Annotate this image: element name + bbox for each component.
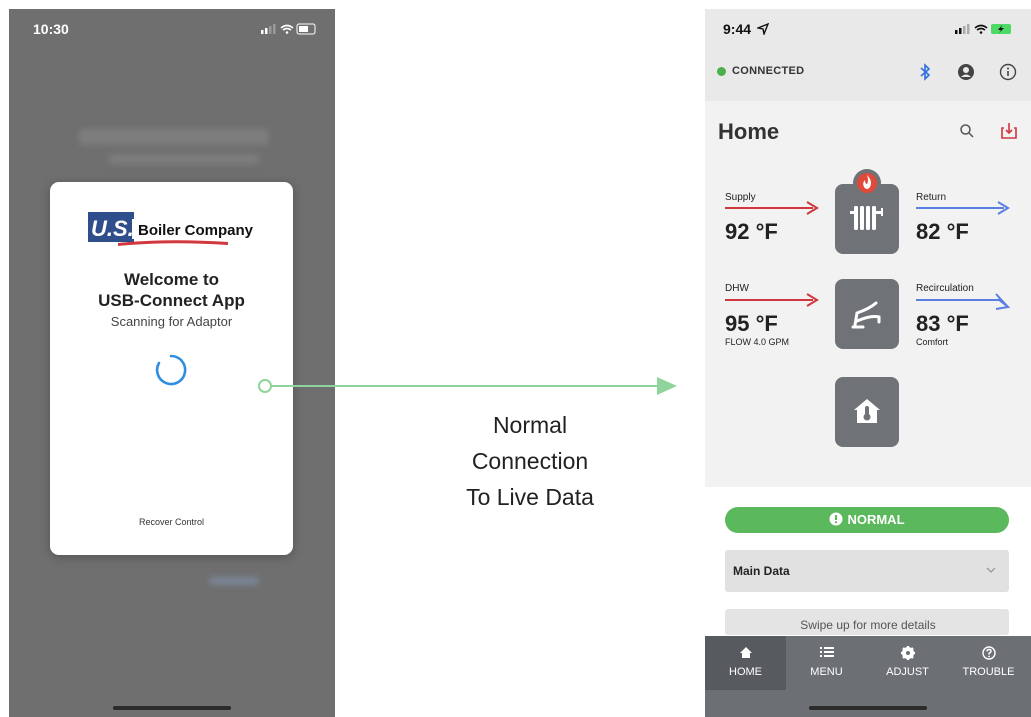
welcome-dialog: U.S. Boiler Company Welcome to USB-Conne…: [50, 182, 293, 555]
blurred-link: [209, 577, 259, 585]
status-pill-label: NORMAL: [847, 512, 905, 527]
dhw-flow: FLOW 4.0 GPM: [725, 337, 790, 347]
status-icons: [955, 24, 1011, 34]
left-phone-screenshot: 10:30 U.S. Boiler Company Welcome to USB…: [9, 9, 335, 717]
loading-spinner-icon: [155, 354, 187, 386]
blurred-logo: [79, 129, 269, 145]
recover-control-link[interactable]: Recover Control: [50, 517, 293, 527]
caption-line1: Normal: [492, 412, 568, 438]
svg-text:Boiler Company: Boiler Company: [138, 222, 253, 239]
return-arrow: [916, 201, 1010, 215]
connection-status: CONNECTED: [732, 65, 805, 77]
recirculation-temperature: 83 °F: [916, 311, 969, 336]
page-title: Home: [718, 119, 780, 144]
status-time: 10:30: [33, 21, 69, 37]
radiator-icon: [850, 206, 883, 230]
main-data-accordion[interactable]: Main Data: [725, 550, 1009, 592]
status-time: 9:44: [723, 21, 752, 37]
house-thermometer-icon: [854, 399, 880, 423]
right-phone-screenshot: 9:44 CONNECTED Home Supply 92 °F Return …: [705, 9, 1031, 717]
blurred-text: [109, 154, 259, 164]
tab-menu-label: MENU: [810, 666, 843, 678]
us-boiler-logo: U.S. Boiler Company: [88, 212, 253, 246]
home-indicator: [809, 706, 927, 710]
dhw-arrow: [725, 293, 819, 307]
tab-trouble[interactable]: TROUBLE: [948, 636, 1029, 690]
list-icon: [786, 646, 867, 661]
alert-icon: [829, 512, 843, 526]
main-data-label: Main Data: [733, 564, 790, 578]
flame-icon: [853, 169, 881, 197]
svg-text:U.S.: U.S.: [91, 216, 134, 241]
bluetooth-icon[interactable]: [918, 63, 932, 81]
welcome-title-line2: USB-Connect App: [98, 291, 245, 310]
home-indicator: [113, 706, 231, 710]
chevron-down-icon: [986, 567, 996, 573]
caption-line3: To Live Data: [466, 484, 594, 510]
gear-icon: [867, 646, 948, 663]
tab-home[interactable]: HOME: [705, 636, 786, 690]
status-pill[interactable]: NORMAL: [725, 507, 1009, 533]
dhw-temperature: 95 °F: [725, 311, 778, 336]
supply-arrow: [725, 201, 819, 215]
connection-arrow: [258, 377, 677, 395]
connected-indicator-dot: [717, 67, 726, 76]
tab-adjust[interactable]: ADJUST: [867, 636, 948, 690]
status-icons: [261, 23, 316, 35]
supply-temperature: 92 °F: [725, 219, 778, 244]
help-icon: [948, 646, 1029, 663]
tab-adjust-label: ADJUST: [886, 666, 929, 678]
tab-menu[interactable]: MENU: [786, 636, 867, 690]
return-temperature: 82 °F: [916, 219, 969, 244]
download-icon[interactable]: [1000, 121, 1018, 141]
scanning-status: Scanning for Adaptor: [110, 314, 233, 329]
caption-line2: Connection: [471, 448, 589, 474]
tab-home-label: HOME: [729, 666, 762, 678]
swipe-hint: Swipe up for more details: [800, 618, 936, 632]
account-icon[interactable]: [957, 63, 975, 81]
info-icon[interactable]: [999, 63, 1017, 81]
tab-trouble-label: TROUBLE: [962, 666, 1015, 678]
location-arrow-icon: [757, 23, 769, 35]
recirculation-mode: Comfort: [916, 337, 949, 347]
faucet-icon: [851, 301, 881, 329]
home-icon: [705, 646, 786, 662]
bottom-tab-bar: HOME MENU ADJUST TROUBLE: [705, 636, 1031, 717]
search-icon[interactable]: [959, 123, 975, 139]
welcome-title-line1: Welcome to: [123, 270, 220, 289]
